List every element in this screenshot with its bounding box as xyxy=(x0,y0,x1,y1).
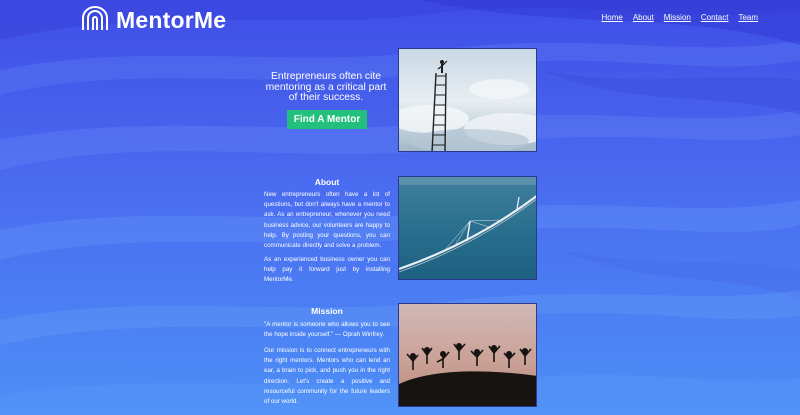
nav-link-mission[interactable]: Mission xyxy=(664,13,691,22)
mission-paragraph: Our mission is to connect entrepreneurs … xyxy=(264,347,390,406)
find-mentor-button[interactable]: Find A Mentor xyxy=(287,110,367,129)
bridge-over-water-photo xyxy=(398,176,537,280)
about-paragraph-1: New entrepreneurs often have a lot of qu… xyxy=(264,191,390,250)
mission-title: Mission xyxy=(311,306,343,316)
about-title: About xyxy=(314,177,340,187)
people-jumping-silhouette-photo xyxy=(398,303,537,407)
nav-link-home[interactable]: Home xyxy=(601,13,622,22)
nav-link-about[interactable]: About xyxy=(633,13,654,22)
mission-quote: "A mentor is someone who allows you to s… xyxy=(264,321,390,339)
brand-name: MentorMe xyxy=(116,7,227,33)
about-paragraph-2: As an experienced business owner you can… xyxy=(264,256,390,284)
main-nav: Home About Mission Contact Team xyxy=(601,13,758,22)
magnet-arch-icon xyxy=(80,6,110,35)
site-header: MentorMe Home About Mission Contact Team xyxy=(0,0,800,36)
hero-tagline: Entrepreneurs often cite mentoring as a … xyxy=(265,71,387,103)
ladder-to-sky-photo xyxy=(398,48,537,152)
main-content: Entrepreneurs often cite mentoring as a … xyxy=(0,0,800,415)
nav-link-team[interactable]: Team xyxy=(738,13,758,22)
brand-logo[interactable]: MentorMe xyxy=(80,6,226,35)
nav-link-contact[interactable]: Contact xyxy=(701,13,729,22)
